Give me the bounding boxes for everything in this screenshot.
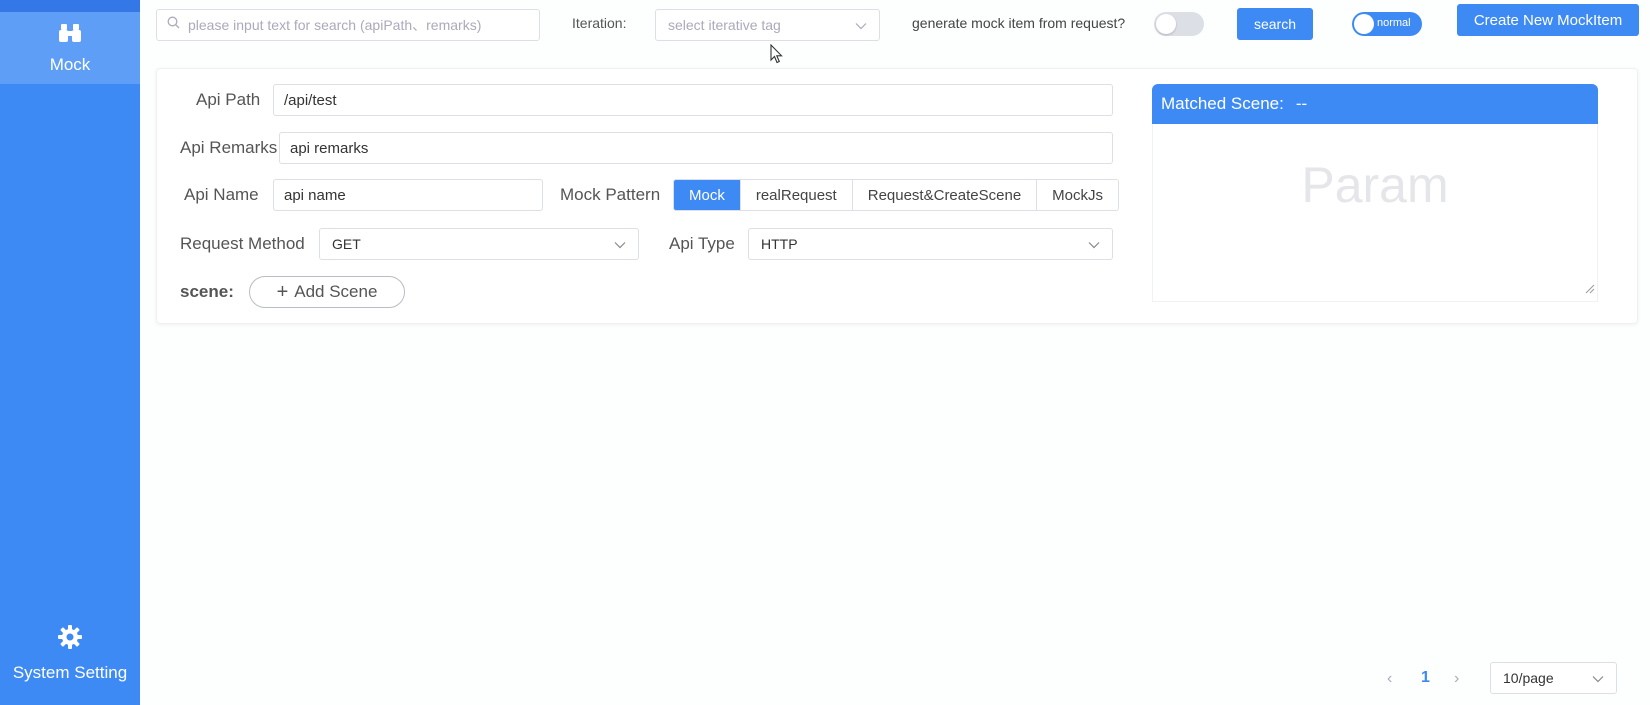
page-size-value: 10/page bbox=[1503, 670, 1554, 686]
mock-pattern-option-request-create-scene[interactable]: Request&CreateScene bbox=[851, 180, 1037, 210]
gear-icon bbox=[57, 624, 83, 655]
api-type-value: HTTP bbox=[761, 236, 798, 252]
mode-switch-knob bbox=[1354, 14, 1374, 34]
search-icon bbox=[167, 16, 180, 34]
request-method-value: GET bbox=[332, 236, 361, 252]
api-remarks-input[interactable] bbox=[279, 132, 1113, 164]
api-name-label: Api Name bbox=[184, 185, 259, 204]
matched-scene-title: Matched Scene: bbox=[1161, 94, 1284, 113]
mode-switch[interactable]: normal bbox=[1352, 12, 1422, 36]
mouse-cursor-icon bbox=[770, 43, 784, 69]
matched-scene-panel: Matched Scene: -- Param bbox=[1152, 84, 1598, 302]
mock-pattern-option-mock[interactable]: Mock bbox=[674, 180, 740, 210]
plus-icon: + bbox=[276, 281, 289, 303]
generate-from-request-toggle[interactable] bbox=[1154, 12, 1204, 36]
api-type-label: Api Type bbox=[669, 234, 735, 253]
search-input[interactable] bbox=[188, 17, 539, 33]
api-remarks-label: Api Remarks bbox=[180, 138, 278, 157]
mock-pattern-option-mockjs[interactable]: MockJs bbox=[1036, 180, 1119, 210]
pagination-current-page[interactable]: 1 bbox=[1421, 669, 1430, 687]
chevron-down-icon bbox=[614, 236, 626, 252]
request-method-select[interactable]: GET bbox=[319, 228, 639, 260]
add-scene-label: Add Scene bbox=[294, 282, 378, 301]
api-path-label: Api Path bbox=[196, 90, 261, 109]
resize-handle-icon[interactable] bbox=[1585, 281, 1595, 299]
iteration-select[interactable]: select iterative tag bbox=[655, 9, 880, 41]
toggle-knob bbox=[1156, 14, 1176, 34]
api-name-input[interactable] bbox=[273, 179, 543, 211]
api-path-input[interactable] bbox=[273, 84, 1113, 116]
add-scene-button[interactable]: + Add Scene bbox=[249, 276, 405, 308]
iteration-label: Iteration: bbox=[572, 15, 627, 31]
sidebar-top-strip bbox=[0, 0, 140, 12]
api-type-select[interactable]: HTTP bbox=[748, 228, 1113, 260]
chevron-down-icon bbox=[1592, 670, 1604, 686]
sidebar-item-label: Mock bbox=[49, 55, 91, 74]
binoculars-icon bbox=[58, 22, 82, 49]
generate-from-request-label: generate mock item from request? bbox=[912, 15, 1126, 31]
param-textarea[interactable]: Param bbox=[1152, 124, 1598, 302]
mock-pattern-label: Mock Pattern bbox=[560, 185, 661, 204]
pagination-next-icon[interactable]: › bbox=[1454, 670, 1459, 688]
sidebar: Mock System Setting bbox=[0, 0, 140, 705]
chevron-down-icon bbox=[1088, 236, 1100, 252]
pagination-prev-icon[interactable]: ‹ bbox=[1387, 670, 1392, 688]
matched-scene-value: -- bbox=[1295, 94, 1308, 113]
param-placeholder: Param bbox=[1301, 157, 1449, 213]
chevron-down-icon bbox=[855, 17, 867, 33]
scene-label: scene: bbox=[180, 282, 234, 301]
sidebar-item-mock[interactable]: Mock bbox=[0, 12, 140, 84]
mock-pattern-selector: Mock realRequest Request&CreateScene Moc… bbox=[673, 179, 1120, 211]
sidebar-item-label: System Setting bbox=[12, 663, 128, 682]
search-button[interactable]: search bbox=[1237, 8, 1313, 40]
matched-scene-header: Matched Scene: -- bbox=[1152, 84, 1598, 124]
mock-pattern-option-real-request[interactable]: realRequest bbox=[739, 180, 852, 210]
mode-switch-label: normal bbox=[1377, 17, 1411, 29]
request-method-label: Request Method bbox=[180, 234, 305, 253]
create-mock-item-button[interactable]: Create New MockItem bbox=[1457, 4, 1639, 36]
sidebar-item-system-setting[interactable]: System Setting bbox=[0, 624, 140, 684]
search-box[interactable] bbox=[156, 9, 540, 41]
page-size-select[interactable]: 10/page bbox=[1490, 662, 1617, 694]
iteration-select-placeholder: select iterative tag bbox=[668, 17, 781, 33]
